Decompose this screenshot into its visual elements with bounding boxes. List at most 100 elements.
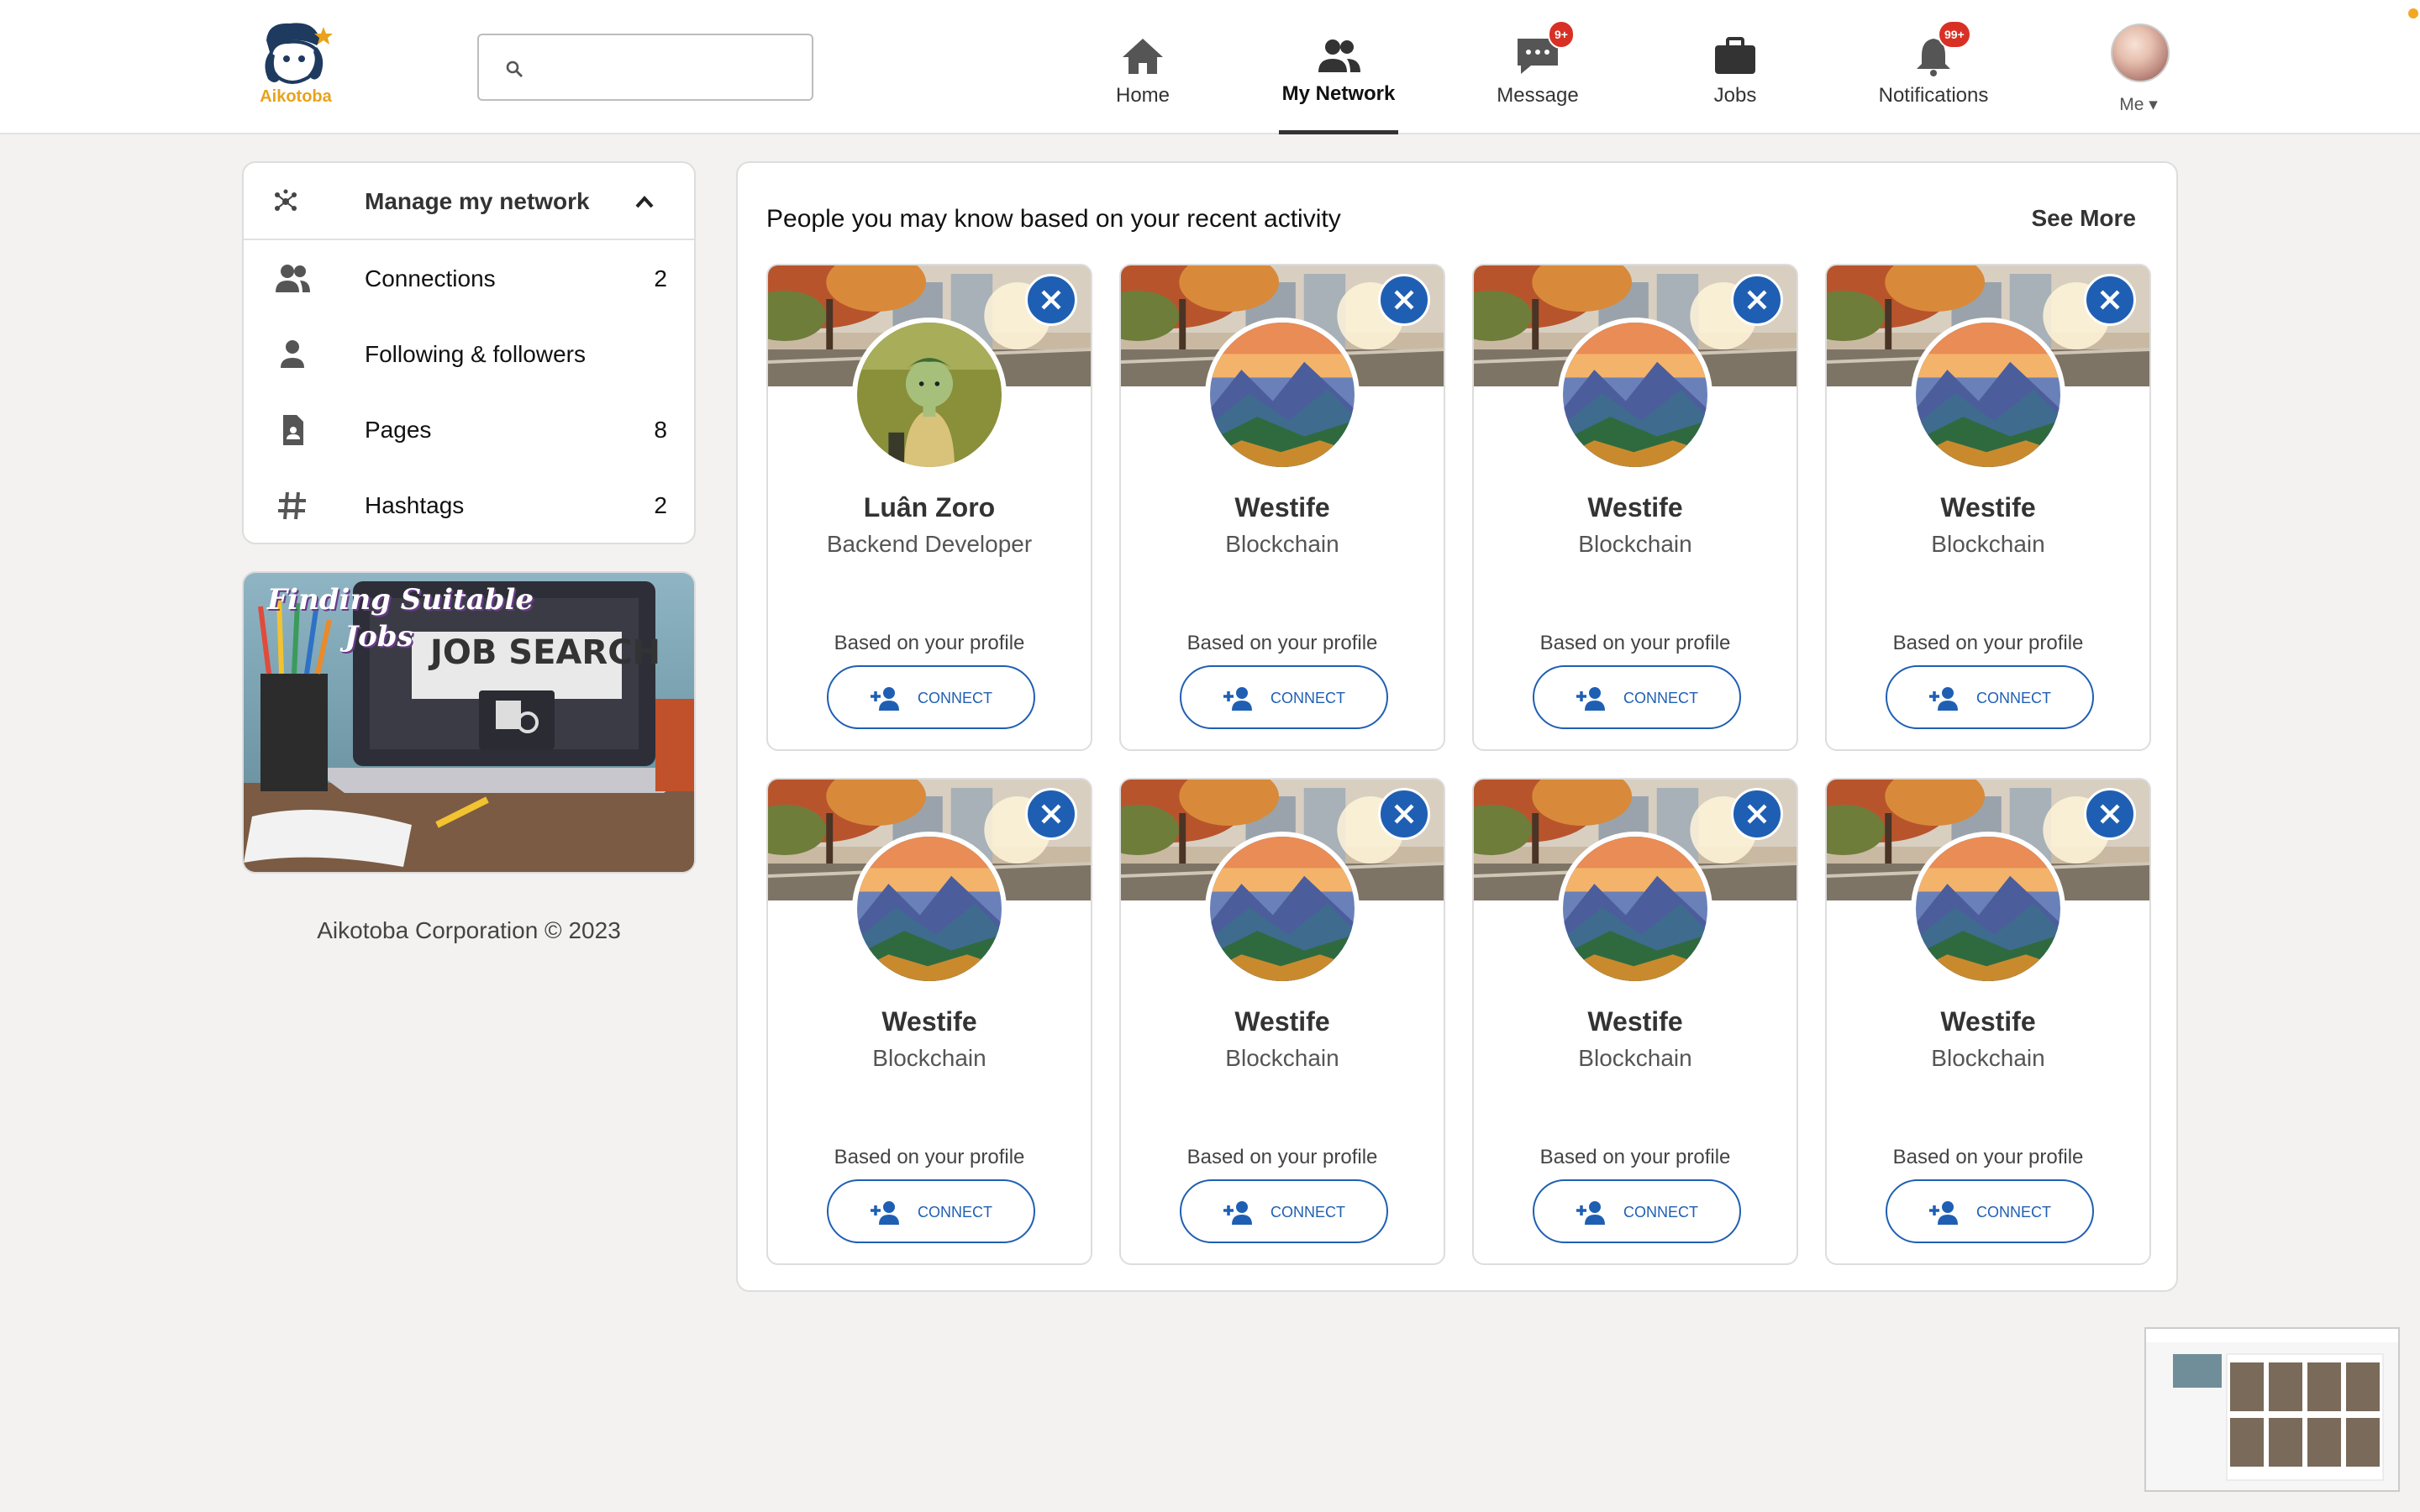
banner-headline: Finding Suitable [267,583,534,617]
nav-notifications[interactable]: 99+ Notifications [1870,0,1996,134]
add-person-icon [1929,1201,1958,1225]
dismiss-button[interactable] [1025,274,1077,326]
sidebar-item-label: Following & followers [365,341,586,367]
mountain-avatar-image [1916,837,2060,981]
sidebar-item-pages[interactable]: Pages 8 [244,391,694,467]
add-person-icon [1223,687,1252,711]
nav-home-label: Home [1115,84,1171,107]
connect-button[interactable]: CONNECT [1886,1179,2094,1243]
close-icon [1041,804,1061,824]
dismiss-button[interactable] [1731,274,1783,326]
connect-label: CONNECT [918,690,992,706]
card-name[interactable]: Westife [1121,492,1444,523]
aikotoba-logo[interactable]: Aikotoba [245,15,346,109]
connect-label: CONNECT [1623,690,1698,706]
close-icon [1394,290,1414,310]
suggestion-card[interactable]: Westife Blockchain Based on your profile C… [1825,264,2151,751]
sidebar-item-hashtags[interactable]: Hashtags 2 [244,467,694,543]
card-name[interactable]: Westife [1827,1006,2149,1037]
connect-button[interactable]: CONNECT [1886,665,2094,729]
dismiss-button[interactable] [1731,788,1783,840]
profile-photo[interactable] [1205,832,1360,986]
nav-jobs[interactable]: Jobs [1689,0,1781,134]
card-reason: Based on your profile [1892,632,2084,654]
user-avatar[interactable] [2111,24,2170,82]
suggestion-card[interactable]: Westife Blockchain Based on your profile C… [1825,778,2151,1265]
people-icon [276,265,310,292]
job-search-banner[interactable]: Finding Suitable Jobs JOB SEARCH [242,571,696,874]
card-name[interactable]: Westife [1121,1006,1444,1037]
add-person-icon [871,1201,899,1225]
mountain-avatar-image [1563,323,1707,467]
connect-button[interactable]: CONNECT [1533,1179,1741,1243]
sidebar-item-label: Connections [365,265,496,291]
connect-button[interactable]: CONNECT [827,665,1035,729]
suggestion-card[interactable]: Westife Blockchain Based on your profile C… [766,778,1092,1265]
nav-message[interactable]: 9+ Message [1487,0,1588,134]
nav-jobs-label: Jobs [1713,84,1757,107]
chevron-up-icon[interactable] [632,190,657,215]
manage-network-header[interactable]: Manage my network [244,163,694,240]
profile-photo[interactable] [852,832,1007,986]
card-role: Blockchain [872,1045,986,1071]
profile-photo[interactable] [1911,832,2065,986]
hashtag-icon [278,491,306,520]
card-reason: Based on your profile [1186,632,1378,654]
dismiss-button[interactable] [2084,274,2136,326]
sidebar-item-count: 8 [654,417,667,443]
card-name[interactable]: Luân Zoro [768,492,1091,523]
sidebar-item-connections[interactable]: Connections 2 [244,240,694,316]
suggestion-card[interactable]: Luân Zoro Backend Developer Based on your … [766,264,1092,751]
profile-photo[interactable] [852,318,1007,472]
connect-label: CONNECT [918,1204,992,1221]
profile-photo[interactable] [1558,318,1712,472]
connect-button[interactable]: CONNECT [1180,1179,1388,1243]
card-role: Blockchain [1578,531,1692,557]
profile-photo[interactable] [1205,318,1360,472]
suggestion-card[interactable]: Westife Blockchain Based on your profile C… [1119,778,1445,1265]
copyright-text: Aikotoba Corporation © 2023 [317,917,621,943]
card-role: Blockchain [1225,1045,1339,1071]
connect-label: CONNECT [1623,1204,1698,1221]
dismiss-button[interactable] [2084,788,2136,840]
card-role: Blockchain [1225,531,1339,557]
connect-button[interactable]: CONNECT [1533,665,1741,729]
nav-me-label: Me ▾ [2101,94,2176,115]
connect-label: CONNECT [1270,690,1345,706]
caret-down-icon: ▾ [2149,95,2158,114]
nav-me[interactable]: Me ▾ [2101,0,2176,134]
job-search-illustration [244,573,694,872]
logo-mascot-icon [265,23,333,84]
card-reason: Based on your profile [834,1146,1025,1168]
person-icon [281,340,304,368]
connect-button[interactable]: CONNECT [827,1179,1035,1243]
connect-label: CONNECT [1270,1204,1345,1221]
search-box[interactable] [477,34,813,101]
manage-network-panel: Manage my network Connections 2 Followin… [242,161,696,544]
see-more-link[interactable]: See More [2032,205,2137,232]
card-reason: Based on your profile [1186,1146,1378,1168]
dismiss-button[interactable] [1378,274,1430,326]
suggestion-card[interactable]: Westife Blockchain Based on your profile C… [1472,778,1798,1265]
page-minimap[interactable] [2144,1327,2400,1492]
nav-message-label: Message [1497,84,1579,107]
card-name[interactable]: Westife [768,1006,1091,1037]
connect-button[interactable]: CONNECT [1180,665,1388,729]
profile-photo[interactable] [1558,832,1712,986]
network-icon [275,189,297,211]
sidebar-item-following-followers[interactable]: Following & followers [244,316,694,391]
dismiss-button[interactable] [1025,788,1077,840]
card-name[interactable]: Westife [1474,1006,1797,1037]
suggestion-card[interactable]: Westife Blockchain Based on your profile C… [1119,264,1445,751]
suggestion-card[interactable]: Westife Blockchain Based on your profile C… [1472,264,1798,751]
dismiss-button[interactable] [1378,788,1430,840]
card-name[interactable]: Westife [1474,492,1797,523]
nav-home[interactable]: Home [1092,0,1193,134]
card-name[interactable]: Westife [1827,492,2149,523]
search-input[interactable] [538,47,798,89]
nav-my-network[interactable]: My Network [1279,0,1398,134]
sidebar-item-label: Pages [365,417,432,443]
mountain-avatar-image [1916,323,2060,467]
people-suggestions-panel: People you may know based on your recent… [736,161,2178,1292]
profile-photo[interactable] [1911,318,2065,472]
